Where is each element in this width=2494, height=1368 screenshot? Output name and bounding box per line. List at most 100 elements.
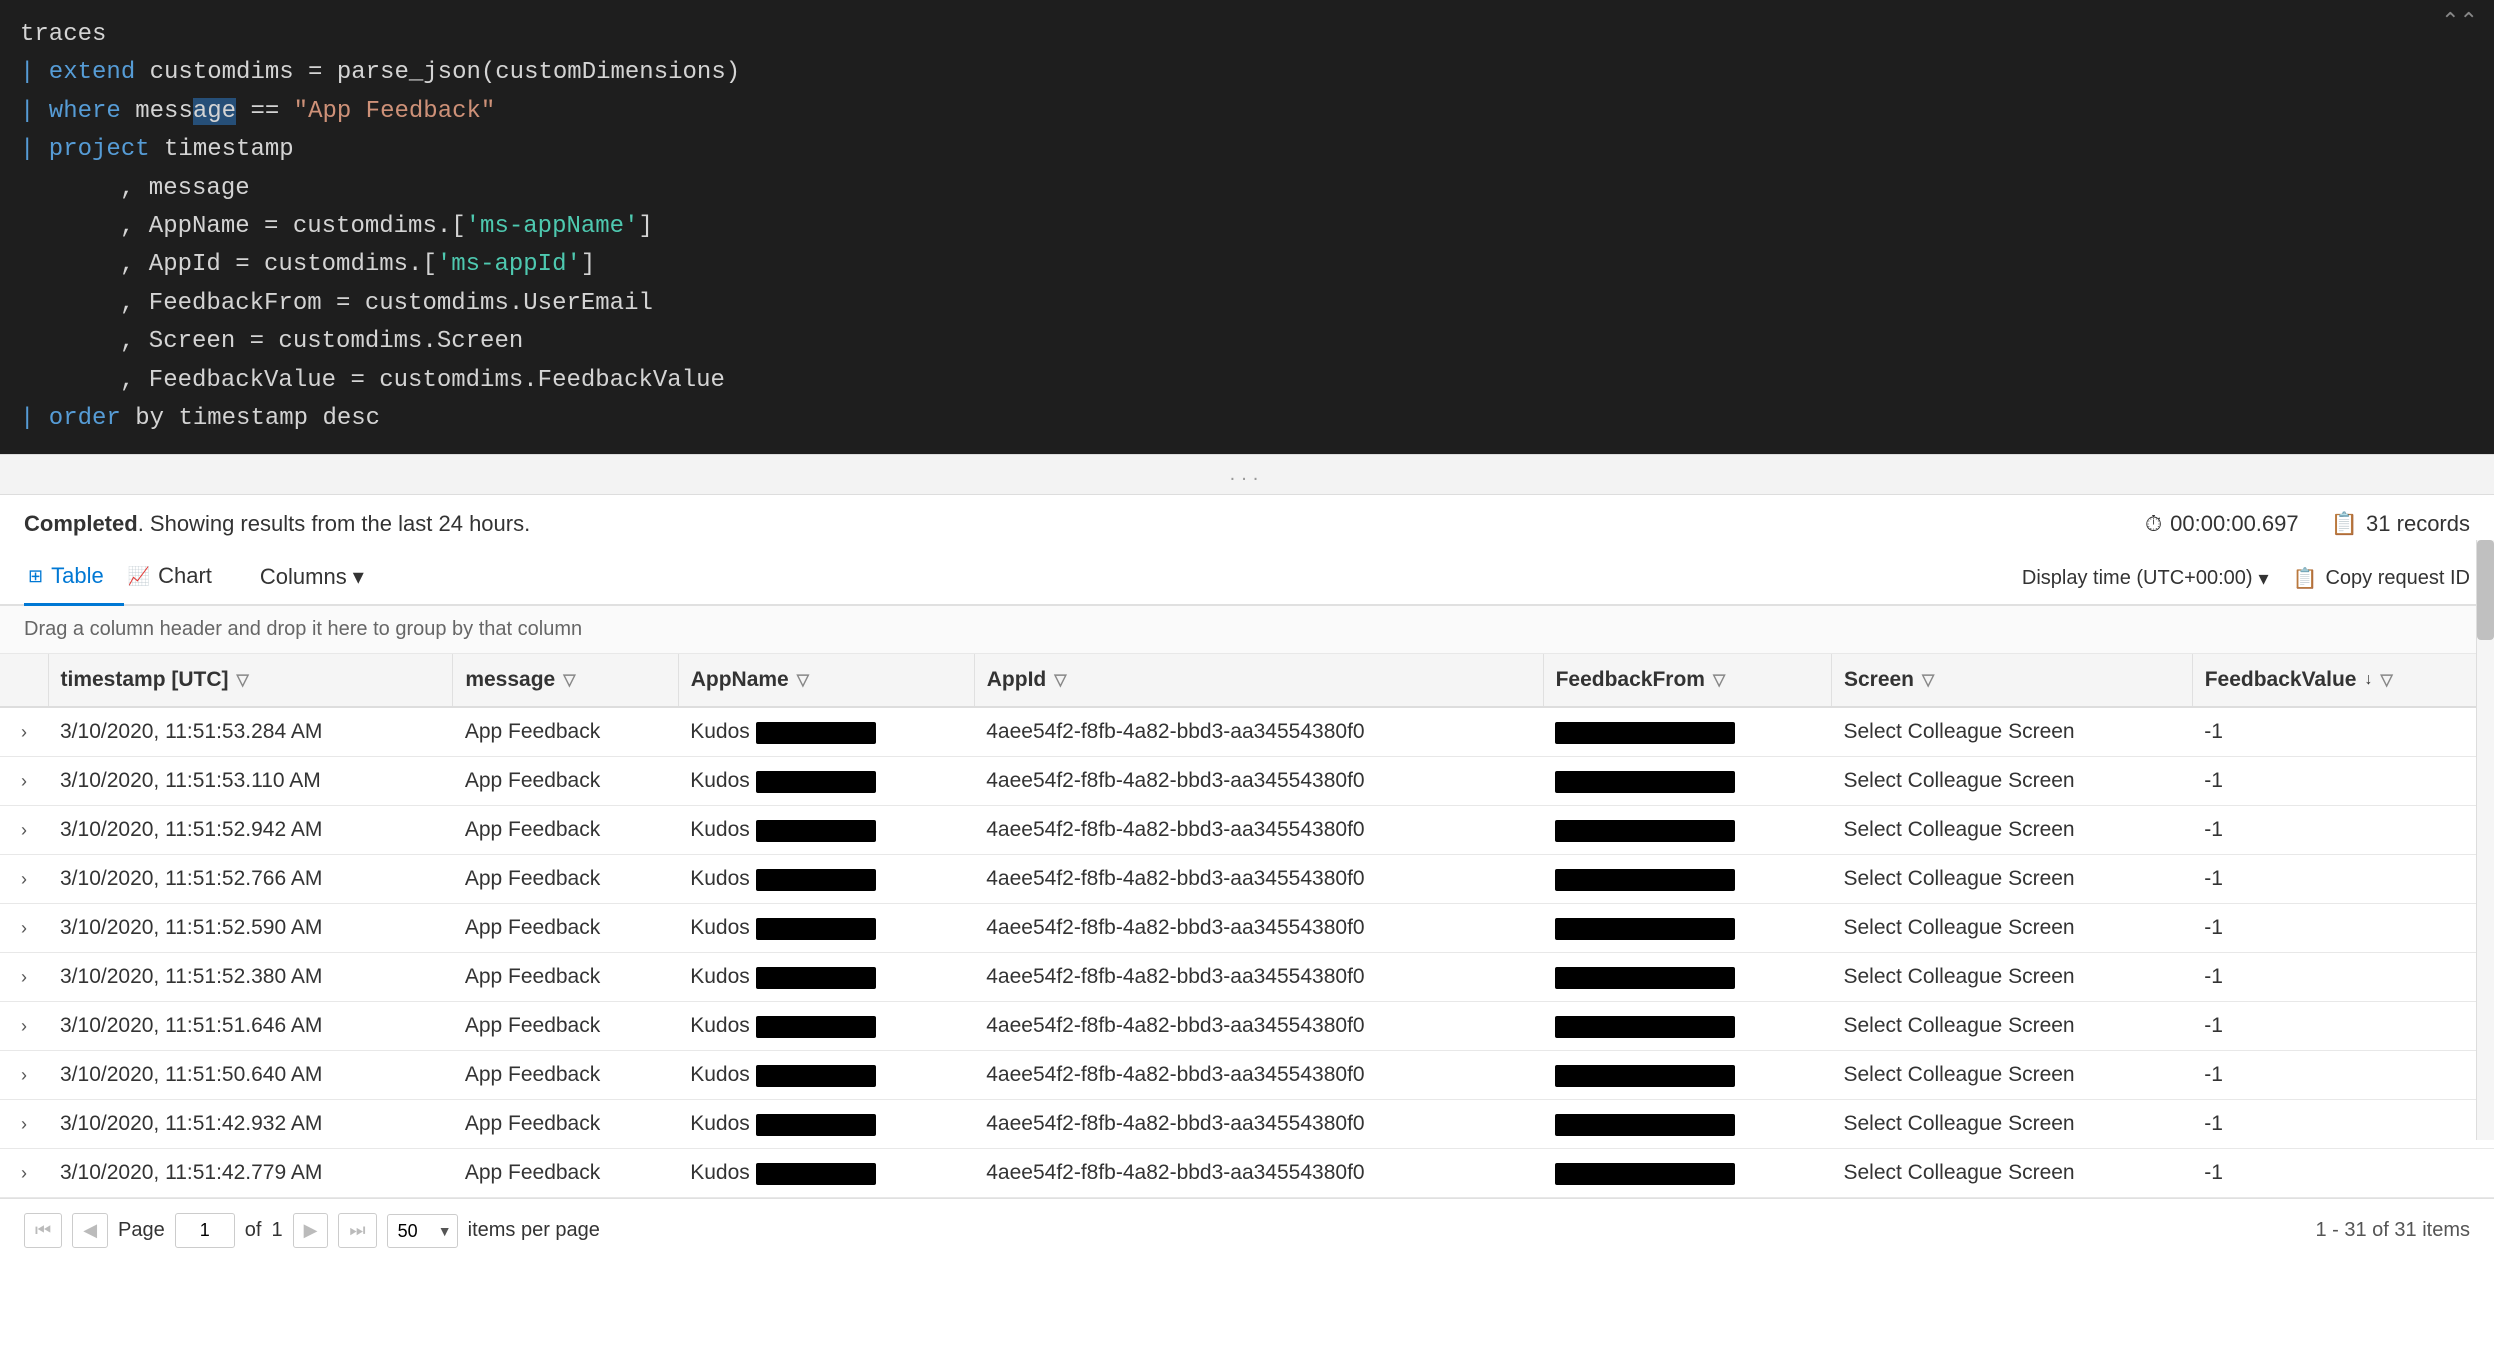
screen-filter-icon[interactable]: ▽ bbox=[1922, 670, 1934, 690]
timestamp-filter-icon[interactable]: ▽ bbox=[237, 670, 249, 690]
expand-cell[interactable]: › bbox=[0, 1002, 48, 1051]
copy-request-button[interactable]: 📋 Copy request ID bbox=[2293, 566, 2470, 591]
message-cell: App Feedback bbox=[453, 757, 678, 806]
screen-cell: Select Colleague Screen bbox=[1831, 1002, 2192, 1051]
query-line-2: | extend customdims = parse_json(customD… bbox=[20, 54, 2474, 92]
appname-cell: Kudos bbox=[678, 855, 974, 904]
appname-filter-icon[interactable]: ▽ bbox=[797, 670, 809, 690]
appid-cell: 4aee54f2-f8fb-4a82-bbd3-aa34554380f0 bbox=[974, 1100, 1543, 1149]
appname-cell: Kudos bbox=[678, 757, 974, 806]
appname-redacted bbox=[756, 869, 876, 891]
next-page-button[interactable]: ▶ bbox=[293, 1213, 329, 1248]
prev-page-button[interactable]: ◀ bbox=[72, 1213, 108, 1248]
query-line-4: | project timestamp bbox=[20, 131, 2474, 169]
appid-cell: 4aee54f2-f8fb-4a82-bbd3-aa34554380f0 bbox=[974, 904, 1543, 953]
feedbackfrom-redacted bbox=[1555, 1163, 1735, 1185]
feedbackvalue-sort-icon[interactable]: ↓ bbox=[2364, 671, 2372, 689]
scrollbar-track[interactable] bbox=[2476, 540, 2494, 1140]
chart-tab[interactable]: 📈 Chart bbox=[124, 553, 232, 606]
col-appname[interactable]: AppName ▽ bbox=[678, 654, 974, 707]
feedbackvalue-cell: -1 bbox=[2192, 904, 2493, 953]
query-editor[interactable]: ⌃⌃ traces | extend customdims = parse_js… bbox=[0, 0, 2494, 454]
feedbackfrom-cell bbox=[1543, 806, 1831, 855]
feedbackfrom-redacted bbox=[1555, 820, 1735, 842]
scrollbar-thumb[interactable] bbox=[2477, 540, 2494, 640]
expand-arrow-icon[interactable]: › bbox=[21, 1114, 27, 1134]
appname-redacted bbox=[756, 1065, 876, 1087]
screen-cell: Select Colleague Screen bbox=[1831, 1149, 2192, 1198]
table-row: › 3/10/2020, 11:51:52.766 AM App Feedbac… bbox=[0, 855, 2494, 904]
feedbackfrom-redacted bbox=[1555, 722, 1735, 744]
col-feedbackfrom[interactable]: FeedbackFrom ▽ bbox=[1543, 654, 1831, 707]
expand-cell[interactable]: › bbox=[0, 757, 48, 806]
page-number-input[interactable] bbox=[175, 1213, 235, 1248]
records-count: 31 records bbox=[2366, 511, 2470, 537]
message-cell: App Feedback bbox=[453, 855, 678, 904]
col-timestamp[interactable]: timestamp [UTC] ▽ bbox=[48, 654, 453, 707]
screen-cell: Select Colleague Screen bbox=[1831, 953, 2192, 1002]
appid-cell: 4aee54f2-f8fb-4a82-bbd3-aa34554380f0 bbox=[974, 1051, 1543, 1100]
table-header: timestamp [UTC] ▽ message ▽ AppName ▽ bbox=[0, 654, 2494, 707]
expand-arrow-icon[interactable]: › bbox=[21, 820, 27, 840]
feedbackfrom-redacted bbox=[1555, 869, 1735, 891]
appname-redacted bbox=[756, 918, 876, 940]
table-row: › 3/10/2020, 11:51:53.110 AM App Feedbac… bbox=[0, 757, 2494, 806]
feedbackvalue-cell: -1 bbox=[2192, 1002, 2493, 1051]
of-label: of bbox=[245, 1219, 262, 1242]
table-row: › 3/10/2020, 11:51:42.932 AM App Feedbac… bbox=[0, 1100, 2494, 1149]
expand-cell[interactable]: › bbox=[0, 1051, 48, 1100]
feedbackfrom-redacted bbox=[1555, 1065, 1735, 1087]
col-message[interactable]: message ▽ bbox=[453, 654, 678, 707]
timestamp-cell: 3/10/2020, 11:51:52.766 AM bbox=[48, 855, 453, 904]
col-feedbackvalue[interactable]: FeedbackValue ↓ ▽ bbox=[2192, 654, 2493, 707]
expand-cell[interactable]: › bbox=[0, 855, 48, 904]
expand-arrow-icon[interactable]: › bbox=[21, 967, 27, 987]
expand-arrow-icon[interactable]: › bbox=[21, 918, 27, 938]
last-page-button[interactable]: ⏭ bbox=[338, 1213, 376, 1248]
expand-cell[interactable]: › bbox=[0, 1149, 48, 1198]
appname-cell: Kudos bbox=[678, 953, 974, 1002]
expand-arrow-icon[interactable]: › bbox=[21, 771, 27, 791]
table-row: › 3/10/2020, 11:51:42.779 AM App Feedbac… bbox=[0, 1149, 2494, 1198]
appname-redacted bbox=[756, 1016, 876, 1038]
timestamp-cell: 3/10/2020, 11:51:42.932 AM bbox=[48, 1100, 453, 1149]
appname-redacted bbox=[756, 1114, 876, 1136]
timestamp-cell: 3/10/2020, 11:51:52.942 AM bbox=[48, 806, 453, 855]
columns-button[interactable]: Columns ▾ bbox=[244, 554, 380, 604]
col-screen[interactable]: Screen ▽ bbox=[1831, 654, 2192, 707]
expand-arrow-icon[interactable]: › bbox=[21, 1163, 27, 1183]
expand-arrow-icon[interactable]: › bbox=[21, 869, 27, 889]
appname-redacted bbox=[756, 820, 876, 842]
first-page-button[interactable]: ⏮ bbox=[24, 1213, 62, 1248]
expand-cell[interactable]: › bbox=[0, 707, 48, 757]
per-page-select-wrap[interactable]: 50 100 200 bbox=[387, 1214, 458, 1248]
message-filter-icon[interactable]: ▽ bbox=[563, 670, 575, 690]
display-time-button[interactable]: Display time (UTC+00:00) ▾ bbox=[2022, 566, 2269, 591]
query-line-6: , AppName = customdims.['ms-appName'] bbox=[120, 208, 2474, 246]
message-cell: App Feedback bbox=[453, 904, 678, 953]
expand-arrow-icon[interactable]: › bbox=[21, 1065, 27, 1085]
expand-cell[interactable]: › bbox=[0, 904, 48, 953]
per-page-select[interactable]: 50 100 200 bbox=[387, 1214, 458, 1248]
appid-filter-icon[interactable]: ▽ bbox=[1054, 670, 1066, 690]
appname-redacted bbox=[756, 722, 876, 744]
feedbackfrom-filter-icon[interactable]: ▽ bbox=[1713, 670, 1725, 690]
expand-arrow-icon[interactable]: › bbox=[21, 1016, 27, 1036]
expand-arrow-icon[interactable]: › bbox=[21, 722, 27, 742]
table-tab[interactable]: ⊞ Table bbox=[24, 553, 124, 606]
expand-cell[interactable]: › bbox=[0, 953, 48, 1002]
appname-redacted bbox=[756, 771, 876, 793]
items-per-page-label: items per page bbox=[468, 1219, 600, 1242]
display-time-label: Display time (UTC+00:00) bbox=[2022, 567, 2253, 590]
timestamp-cell: 3/10/2020, 11:51:52.380 AM bbox=[48, 953, 453, 1002]
feedbackvalue-cell: -1 bbox=[2192, 757, 2493, 806]
collapse-button[interactable]: ⌃⌃ bbox=[2441, 8, 2478, 34]
chevron-down-icon-2: ▾ bbox=[2259, 566, 2269, 591]
feedbackfrom-cell bbox=[1543, 953, 1831, 1002]
expand-cell[interactable]: › bbox=[0, 806, 48, 855]
col-appid[interactable]: AppId ▽ bbox=[974, 654, 1543, 707]
showing-text: . Showing results from the last 24 hours… bbox=[138, 511, 531, 536]
expand-cell[interactable]: › bbox=[0, 1100, 48, 1149]
feedbackvalue-filter-icon[interactable]: ▽ bbox=[2380, 670, 2392, 690]
feedbackvalue-cell: -1 bbox=[2192, 855, 2493, 904]
